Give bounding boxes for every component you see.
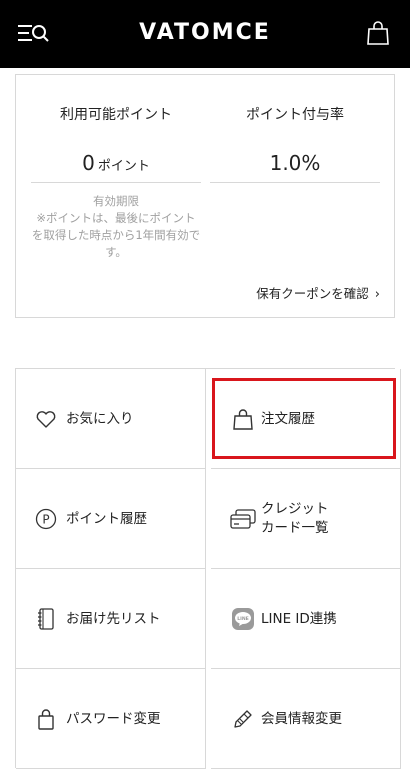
credit-card-label-line2: カード一覧 [261,520,329,536]
view-coupons-label: 保有クーポンを確認 [256,286,369,301]
credit-card-label-line1: クレジット [261,501,329,517]
menu-item-credit-cards[interactable]: クレジット カード一覧 [211,469,401,569]
line-icon: LINE [231,607,255,631]
menu-item-order-history[interactable]: 注文履歴 [211,369,401,469]
menu-item-label-line: クレジット カード一覧 [261,500,329,538]
point-rate-value: 1.0% [210,151,380,183]
app-header: VATOMCE [0,0,410,68]
lock-bag-icon [34,707,58,731]
menu-item-label: 会員情報変更 [261,710,342,727]
points-summary-card: 利用可能ポイント 0 ポイント 有効期限 ※ポイントは、最後にポイントを取得した時… [15,74,395,318]
point-circle-icon: P [34,507,58,531]
expiry-description: ※ポイントは、最後にポイントを取得した時点から1年間有効です。 [31,211,201,259]
credit-card-icon [229,507,257,531]
account-menu-grid: お気に入り 注文履歴 P ポイント履歴 クレジット カード一覧 お届け先リスト … [15,368,401,769]
svg-text:LINE: LINE [237,616,249,622]
menu-item-edit-profile[interactable]: 会員情報変更 [211,669,401,769]
available-points-label: 利用可能ポイント [60,107,172,123]
shopping-bag-icon [231,407,255,431]
menu-item-label: 注文履歴 [261,410,315,427]
svg-text:P: P [42,513,49,527]
available-points-value: 0 ポイント [31,151,201,183]
heart-icon [34,407,58,431]
menu-item-label: お届け先リスト [66,610,161,627]
available-points-unit: ポイント [97,159,150,174]
expiry-note: 有効期限 ※ポイントは、最後にポイントを取得した時点から1年間有効です。 [31,193,201,261]
menu-item-label: LINE ID連携 [261,610,337,627]
point-rate-label: ポイント付与率 [246,107,344,123]
menu-item-line-link[interactable]: LINE LINE ID連携 [211,569,401,669]
menu-item-change-password[interactable]: パスワード変更 [16,669,206,769]
menu-item-label: ポイント履歴 [66,510,147,527]
brand-logo[interactable]: VATOMCE [0,18,410,48]
chevron-right-icon: › [374,287,380,302]
view-coupons-link[interactable]: 保有クーポンを確認 › [256,283,380,302]
expiry-title: 有効期限 [93,194,139,208]
menu-item-favorites[interactable]: お気に入り [16,369,206,469]
shopping-bag-icon[interactable] [366,20,390,46]
menu-item-label: クレジット カード一覧 [261,469,397,569]
menu-item-delivery-addresses[interactable]: お届け先リスト [16,569,206,669]
menu-item-label: パスワード変更 [66,710,161,727]
address-book-icon [34,607,58,631]
point-rate-number: 1.0% [269,151,321,175]
menu-item-point-history[interactable]: P ポイント履歴 [16,469,206,569]
pencil-icon [231,707,255,731]
menu-item-label: お気に入り [66,410,134,427]
available-points-number: 0 [82,151,95,175]
